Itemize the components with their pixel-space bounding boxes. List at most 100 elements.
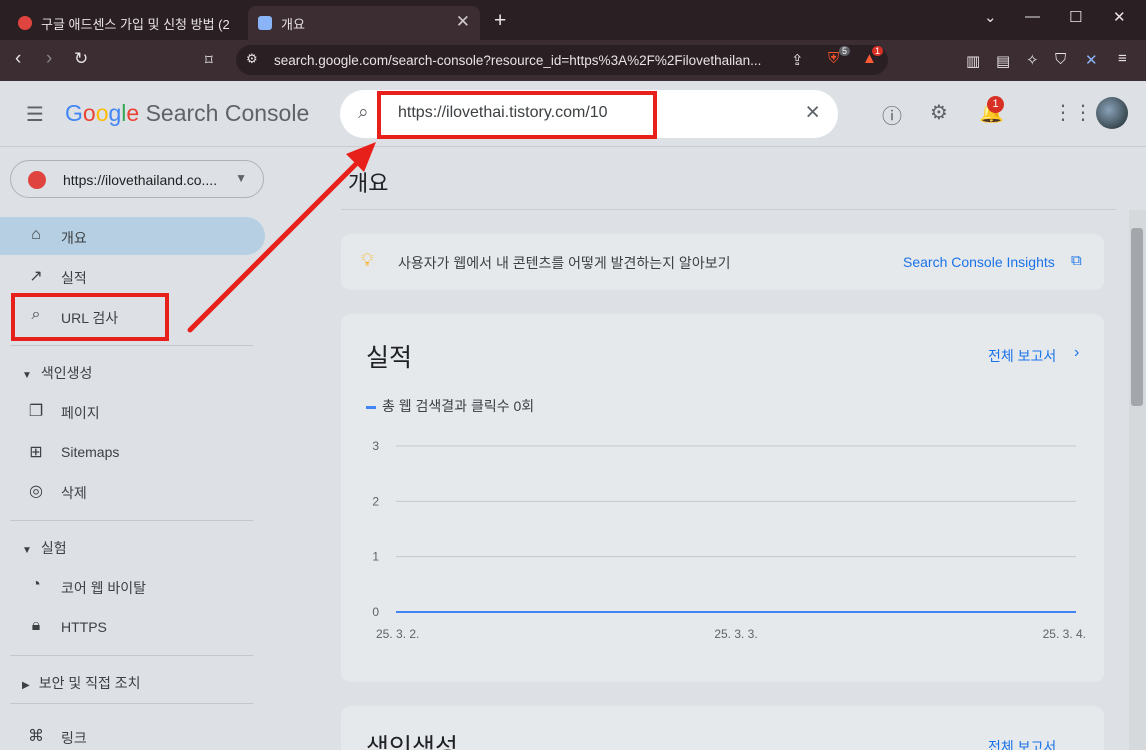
new-tab-button[interactable]: + — [494, 9, 506, 33]
brave-shields-icon[interactable]: ⛨ — [828, 50, 839, 67]
title-divider — [341, 209, 1116, 210]
sidebar-item-https[interactable]: 🔒︎ HTTPS — [0, 608, 265, 646]
insights-link[interactable]: Search Console Insights — [903, 254, 1055, 270]
sidebar-divider — [10, 655, 253, 656]
sidebar-item-overview[interactable]: ⌂ 개요 — [0, 217, 265, 255]
full-report-link[interactable]: 전체 보고서 — [988, 346, 1056, 366]
section-label: 색인생성 — [40, 365, 93, 381]
insights-card: 💡︎ 사용자가 웹에서 내 콘텐츠를 어떻게 발견하는지 알아보기 Search… — [341, 234, 1104, 290]
sidebar-toggle-icon[interactable]: ▥ — [966, 52, 980, 70]
sidebar-item-core-web-vitals[interactable]: ◔ 코어 웹 바이탈 — [0, 567, 265, 605]
sidebar-divider — [10, 520, 253, 521]
app-logo[interactable]: Google Search Console — [65, 100, 309, 127]
y-tick-label: 2 — [372, 494, 379, 508]
sidebar-divider — [10, 345, 253, 346]
trending-up-icon: ↗ — [29, 268, 43, 285]
caret-down-icon: ▼ — [22, 545, 32, 556]
logo-letter: e — [126, 100, 140, 126]
links-icon: ⌘ — [28, 728, 44, 745]
reload-icon[interactable]: ↻ — [74, 49, 88, 69]
leo-ai-icon[interactable]: ✧ — [1026, 51, 1039, 69]
sitemap-icon: ⊞ — [29, 444, 43, 461]
tab-title: 개요 — [281, 16, 305, 32]
y-tick-label: 0 — [372, 605, 379, 619]
indexing-card: 색인생성 전체 보고서 — [341, 706, 1104, 750]
lightbulb-icon: 💡︎ — [361, 250, 374, 270]
menu-icon[interactable]: ≡ — [1118, 50, 1127, 67]
forward-icon[interactable]: › — [46, 48, 52, 70]
sidebar-item-performance[interactable]: ↗ 실적 — [0, 257, 265, 295]
sidebar-item-sitemaps[interactable]: ⊞ Sitemaps — [0, 433, 265, 471]
property-favicon-icon — [28, 171, 46, 189]
y-tick-label: 1 — [372, 550, 379, 564]
property-name: https://ilovethailand.co.... — [63, 172, 218, 188]
search-console-favicon-icon — [258, 16, 272, 30]
bookmark-icon[interactable]: ⌑ — [205, 51, 213, 69]
performance-card: 실적 전체 보고서 › 총 웹 검색결과 클릭수 0회 3 2 1 0 25. 3. 2… — [341, 314, 1104, 682]
maximize-icon[interactable]: ☐ — [1069, 8, 1082, 26]
tab-search-chevron-icon[interactable]: ⌄ — [984, 8, 997, 26]
product-name: Search Console — [145, 100, 310, 126]
visibility-off-icon: ◎ — [29, 483, 43, 500]
browser-tab-active[interactable]: 개요 ✕ — [248, 6, 480, 40]
section-header-experience[interactable]: ▼ 실험 — [22, 538, 67, 558]
logo-letter: g — [108, 100, 122, 126]
card-title: 색인생성 — [366, 734, 459, 750]
tab-title: 구글 애드센스 가입 및 신청 방법 (2 — [41, 16, 230, 32]
site-settings-icon[interactable]: ⚙ — [246, 51, 258, 67]
sidebar-item-label: 코어 웹 바이탈 — [61, 580, 147, 596]
chevron-right-icon[interactable]: › — [1074, 344, 1079, 362]
back-icon[interactable]: ‹ — [15, 48, 21, 70]
sidebar-divider — [10, 703, 253, 704]
settings-icon[interactable]: ⚙ — [930, 100, 948, 125]
property-selector[interactable]: https://ilovethailand.co.... ▼ — [10, 160, 264, 198]
scrollbar-thumb[interactable] — [1131, 228, 1143, 406]
url-text: search.google.com/search-console?resourc… — [274, 53, 762, 68]
sidebar-item-label: 실적 — [61, 270, 87, 286]
extension-icon[interactable]: ✕ — [1085, 51, 1098, 69]
browser-tab[interactable]: 구글 애드센스 가입 및 신청 방법 (2 — [8, 6, 248, 40]
annotation-highlight-url-inspection — [11, 293, 169, 341]
x-tick-label: 25. 3. 2. — [376, 627, 419, 641]
address-bar[interactable]: ⚙ search.google.com/search-console?resou… — [236, 45, 888, 75]
card-title: 실적 — [366, 344, 413, 372]
lock-icon: 🔒︎ — [31, 617, 41, 634]
section-header-security[interactable]: ▶ 보안 및 직접 조치 — [22, 673, 141, 693]
caret-down-icon: ▼ — [235, 171, 247, 185]
section-header-indexing[interactable]: ▼ 색인생성 — [22, 363, 92, 383]
wallet-icon[interactable]: ▤ — [996, 52, 1010, 70]
section-label: 보안 및 직접 조치 — [38, 675, 141, 691]
avatar[interactable] — [1096, 97, 1128, 129]
share-icon[interactable]: ⇪ — [791, 51, 804, 69]
close-tab-icon[interactable]: ✕ — [456, 13, 470, 30]
legend-swatch — [366, 405, 376, 409]
vpn-icon[interactable]: ⛉ — [1055, 51, 1066, 68]
annotation-highlight-search — [377, 91, 657, 139]
y-tick-label: 3 — [372, 439, 379, 453]
apps-grid-icon[interactable]: ⋮⋮ — [1053, 100, 1093, 125]
page-title: 개요 — [348, 171, 389, 196]
sidebar-item-label: HTTPS — [61, 619, 107, 635]
sidebar-item-links[interactable]: ⌘ 링크 — [0, 717, 265, 750]
logo-letter: G — [65, 100, 83, 126]
full-report-link[interactable]: 전체 보고서 — [988, 737, 1056, 750]
minimize-icon[interactable]: — — [1025, 8, 1040, 25]
chart-legend: 총 웹 검색결과 클릭수 0회 — [366, 396, 534, 416]
sidebar-item-label: 페이지 — [61, 405, 100, 421]
logo-letter: o — [82, 100, 96, 126]
open-in-new-icon[interactable]: ⧉ — [1071, 252, 1082, 269]
sidebar-item-label: 삭제 — [61, 485, 87, 501]
x-tick-label: 25. 3. 3. — [714, 627, 757, 641]
clear-search-icon[interactable]: × — [805, 98, 820, 127]
x-tick-label: 25. 3. 4. — [1043, 627, 1086, 641]
help-icon[interactable]: ⓘ — [882, 100, 902, 129]
sidebar-item-pages[interactable]: ❐ 페이지 — [0, 392, 265, 430]
notification-badge: 1 — [987, 96, 1004, 113]
caret-down-icon: ▼ — [22, 370, 32, 381]
caret-right-icon: ▶ — [22, 680, 30, 691]
browser-toolbar: ‹ › ↻ ⌑ ⚙ search.google.com/search-conso… — [0, 40, 1146, 81]
hamburger-menu-icon[interactable]: ☰ — [26, 102, 44, 127]
home-icon: ⌂ — [31, 226, 41, 243]
sidebar-item-removals[interactable]: ◎ 삭제 — [0, 472, 265, 510]
close-window-icon[interactable]: ✕ — [1113, 8, 1126, 26]
